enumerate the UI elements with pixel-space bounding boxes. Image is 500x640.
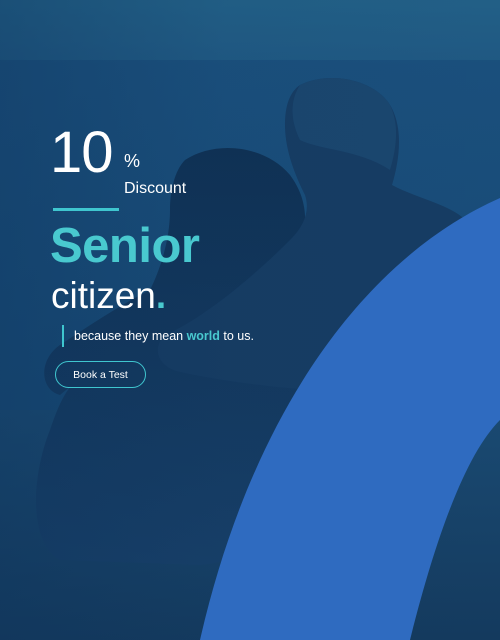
tagline: because they mean world to us. (74, 329, 254, 343)
discount-percent: 10 (50, 120, 114, 185)
headline-dot: . (155, 275, 167, 316)
tagline-before: because they mean (74, 329, 187, 343)
headline-citizen-text: citizen (51, 275, 156, 316)
book-a-test-button[interactable]: Book a Test (55, 361, 146, 388)
tagline-after: to us. (219, 329, 254, 343)
tagline-highlight: world (186, 329, 220, 343)
tagline-accent-bar (62, 325, 64, 347)
promo-banner: 10 % Discount Senior citizen. because th… (0, 0, 500, 640)
discount-label: Discount (124, 180, 187, 197)
headline-citizen: citizen. (51, 277, 166, 314)
headline-senior: Senior (50, 219, 200, 273)
percent-sign: % (124, 151, 141, 171)
decorative-arc (200, 198, 500, 640)
accent-divider (53, 208, 119, 211)
